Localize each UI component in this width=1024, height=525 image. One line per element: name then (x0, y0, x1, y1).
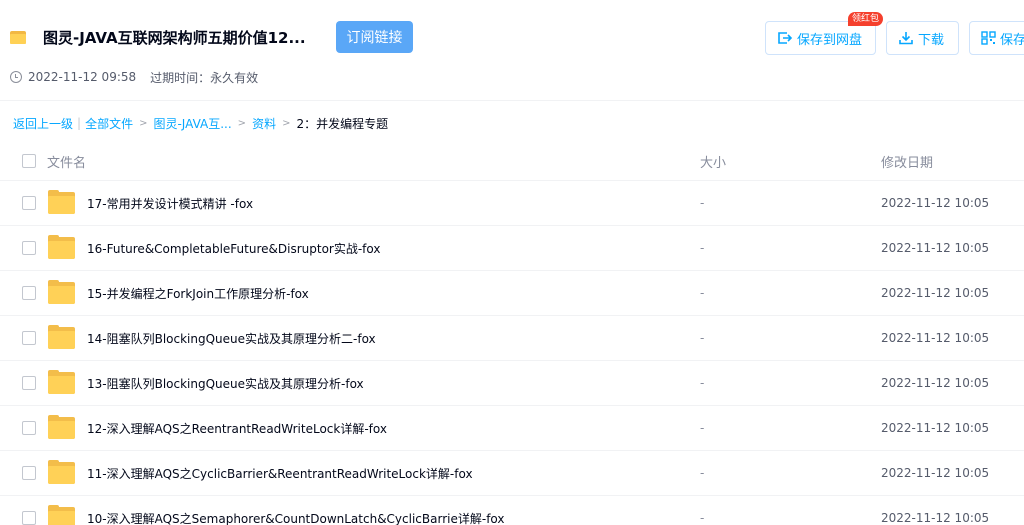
file-date: 2022-11-12 10:05 (881, 331, 990, 345)
expire-text: 过期时间：永久有效 (150, 70, 259, 85)
file-size: - (700, 421, 705, 435)
file-name[interactable]: 12-深入理解AQS之ReentrantReadWriteLock详解-fox (87, 420, 387, 437)
breadcrumb-separator: > (282, 117, 291, 129)
save-to-disk-label: 保存到网盘 (797, 32, 863, 48)
file-size: - (700, 376, 705, 390)
subscribe-link-button[interactable]: 订阅链接 (336, 21, 413, 53)
folder-icon (10, 30, 26, 44)
file-size: - (700, 196, 705, 210)
qr-save-label: 保存 (1000, 32, 1024, 48)
breadcrumb-crumb-root[interactable]: 图灵-JAVA互... (153, 115, 231, 132)
download-icon (899, 32, 913, 45)
row-checkbox[interactable] (22, 511, 36, 525)
folder-icon (48, 505, 75, 525)
share-title-row: 图灵-JAVA互联网架构师五期价值12... (10, 22, 306, 52)
folder-icon (48, 235, 75, 259)
file-name[interactable]: 17-常用并发设计模式精讲 -fox (87, 195, 253, 212)
folder-icon (48, 370, 75, 394)
file-date: 2022-11-12 10:05 (881, 511, 990, 525)
file-date: 2022-11-12 10:05 (881, 466, 990, 480)
table-row[interactable]: 15-并发编程之ForkJoin工作原理分析-fox - 2022-11-12 … (0, 270, 1024, 315)
download-label: 下载 (918, 32, 945, 48)
file-name[interactable]: 11-深入理解AQS之CyclicBarrier&ReentrantReadWr… (87, 465, 473, 482)
row-checkbox[interactable] (22, 286, 36, 300)
qr-save-button[interactable]: 保存 (969, 21, 1024, 55)
row-checkbox[interactable] (22, 196, 36, 210)
file-date: 2022-11-12 10:05 (881, 241, 990, 255)
breadcrumb: 返回上一级 | 全部文件 > 图灵-JAVA互... > 资料 > 2：并发编程… (13, 114, 388, 132)
table-row[interactable]: 10-深入理解AQS之Semaphorer&CountDownLatch&Cyc… (0, 495, 1024, 525)
table-row[interactable]: 11-深入理解AQS之CyclicBarrier&ReentrantReadWr… (0, 450, 1024, 495)
breadcrumb-separator: > (139, 117, 148, 129)
table-row[interactable]: 13-阻塞队列BlockingQueue实战及其原理分析-fox - 2022-… (0, 360, 1024, 405)
folder-icon (48, 415, 75, 439)
row-checkbox[interactable] (22, 376, 36, 390)
file-table-header: 文件名 大小 修改日期 (0, 141, 1024, 181)
column-header-date[interactable]: 修改日期 (881, 152, 933, 171)
file-date: 2022-11-12 10:05 (881, 286, 990, 300)
share-meta: 2022-11-12 09:58 过期时间：永久有效 (10, 68, 258, 86)
file-name[interactable]: 14-阻塞队列BlockingQueue实战及其原理分析二-fox (87, 330, 376, 347)
breadcrumb-separator: > (237, 117, 247, 129)
column-header-name[interactable]: 文件名 (47, 152, 86, 171)
table-row[interactable]: 16-Future&CompletableFuture&Disruptor实战-… (0, 225, 1024, 270)
table-row[interactable]: 17-常用并发设计模式精讲 -fox - 2022-11-12 10:05 (0, 180, 1024, 225)
red-packet-badge[interactable]: 领红包 (848, 12, 884, 26)
file-size: - (700, 331, 705, 345)
file-name[interactable]: 10-深入理解AQS之Semaphorer&CountDownLatch&Cyc… (87, 510, 505, 525)
share-title: 图灵-JAVA互联网架构师五期价值12... (43, 28, 306, 47)
table-row[interactable]: 12-深入理解AQS之ReentrantReadWriteLock详解-fox … (0, 405, 1024, 450)
file-name[interactable]: 15-并发编程之ForkJoin工作原理分析-fox (87, 285, 309, 302)
table-row[interactable]: 14-阻塞队列BlockingQueue实战及其原理分析二-fox - 2022… (0, 315, 1024, 360)
folder-icon (48, 190, 75, 214)
file-date: 2022-11-12 10:05 (881, 196, 990, 210)
breadcrumb-divider: | (77, 116, 82, 130)
breadcrumb-all-files[interactable]: 全部文件 (85, 115, 133, 132)
breadcrumb-back-link[interactable]: 返回上一级 (13, 115, 73, 132)
select-all-checkbox[interactable] (22, 154, 36, 168)
column-header-size[interactable]: 大小 (700, 152, 726, 171)
file-size: - (700, 466, 705, 480)
download-button[interactable]: 下载 (886, 21, 959, 55)
created-time: 2022-11-12 09:58 (28, 70, 137, 84)
row-checkbox[interactable] (22, 421, 36, 435)
file-size: - (700, 241, 705, 255)
row-checkbox[interactable] (22, 331, 36, 345)
row-checkbox[interactable] (22, 466, 36, 480)
clock-icon (10, 71, 22, 83)
file-size: - (700, 511, 705, 525)
folder-icon (48, 460, 75, 484)
save-to-disk-button[interactable]: 保存到网盘 (765, 21, 876, 55)
share-header: 图灵-JAVA互联网架构师五期价值12... 订阅链接 2022-11-12 0… (0, 0, 1024, 100)
file-date: 2022-11-12 10:05 (881, 376, 990, 390)
breadcrumb-current: 2：并发编程专题 (296, 116, 389, 131)
file-name[interactable]: 13-阻塞队列BlockingQueue实战及其原理分析-fox (87, 375, 364, 392)
header-divider (0, 100, 1024, 101)
folder-icon (48, 280, 75, 304)
row-checkbox[interactable] (22, 241, 36, 255)
file-date: 2022-11-12 10:05 (881, 421, 990, 435)
file-name[interactable]: 16-Future&CompletableFuture&Disruptor实战-… (87, 240, 380, 257)
folder-icon (48, 325, 75, 349)
breadcrumb-crumb-materials[interactable]: 资料 (252, 115, 276, 132)
file-size: - (700, 286, 705, 300)
save-to-disk-icon (778, 32, 793, 44)
qr-save-icon (981, 31, 996, 45)
